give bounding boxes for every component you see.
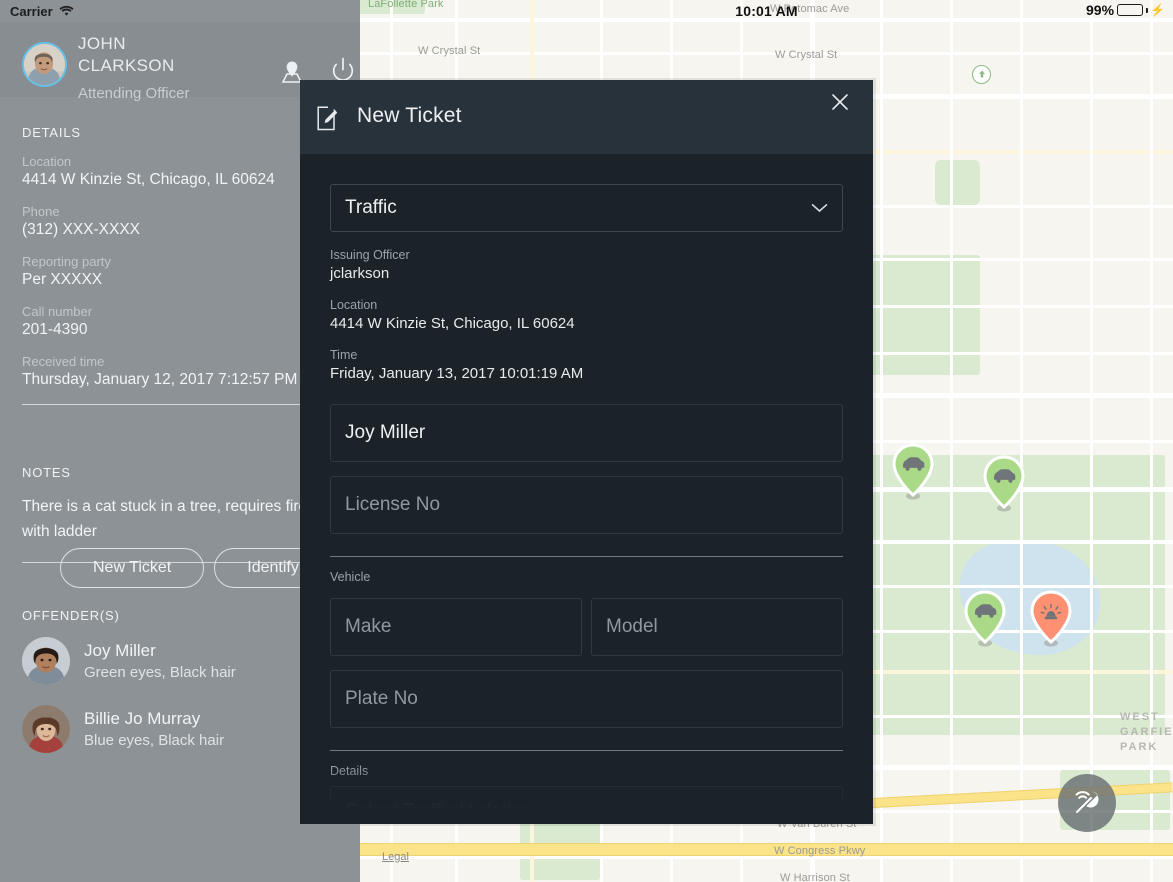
- section-divider: [330, 556, 843, 557]
- vehicle-make-input[interactable]: Make: [330, 598, 582, 656]
- offender-description: Blue eyes, Black hair: [84, 731, 225, 749]
- map-park-shape: [860, 255, 980, 375]
- park-marker-icon: [972, 65, 991, 84]
- map-road: [1020, 0, 1023, 882]
- map-road: [950, 0, 953, 882]
- map-pin-incident[interactable]: [1028, 590, 1074, 650]
- map-highway: [360, 843, 1173, 856]
- carrier-label: Carrier: [10, 3, 53, 19]
- traffic-violation-select[interactable]: Select Traffic Violation: [330, 786, 843, 824]
- lightning-bolt-icon: ⚡: [1150, 3, 1165, 17]
- issuing-officer-value: jclarkson: [330, 265, 390, 282]
- wifi-icon: [59, 5, 74, 17]
- offender-description: Green eyes, Black hair: [84, 663, 236, 681]
- officer-first-name: JOHN: [78, 34, 126, 53]
- ticket-type-select[interactable]: Traffic: [330, 184, 843, 232]
- modal-location-value: 4414 W Kinzie St, Chicago, IL 60624: [330, 315, 575, 332]
- vehicle-group-label: Vehicle: [330, 570, 371, 584]
- ticket-type-value: Traffic: [345, 197, 397, 218]
- chevron-down-icon: [811, 203, 828, 213]
- new-ticket-button[interactable]: New Ticket: [60, 548, 205, 588]
- vehicle-model-placeholder: Model: [606, 616, 658, 637]
- radar-dish-icon: [1075, 791, 1099, 813]
- modal-location-label: Location: [330, 298, 378, 312]
- modal-time-value: Friday, January 13, 2017 10:01:19 AM: [330, 365, 584, 382]
- new-ticket-modal: New Ticket Traffic Issuing Officer jclar…: [300, 80, 873, 824]
- map-label: W Congress Pkwy: [774, 845, 866, 857]
- close-icon[interactable]: [828, 90, 852, 114]
- officer-name: JOHN CLARKSON: [78, 33, 175, 77]
- license-no-placeholder: License No: [345, 494, 441, 515]
- battery-percent-label: 99%: [1086, 2, 1115, 18]
- modal-time-label: Time: [330, 348, 358, 362]
- status-battery: 99% ⚡: [1086, 2, 1165, 18]
- offender-name-input[interactable]: Joy Miller: [330, 404, 843, 462]
- status-clock: 10:01 AM: [735, 3, 798, 19]
- officer-last-name: CLARKSON: [78, 56, 175, 75]
- map-label: W Crystal St: [775, 49, 838, 61]
- map-road: [880, 0, 883, 882]
- vehicle-make-model-row: Make Model: [330, 584, 843, 656]
- map-label: W Harrison St: [780, 872, 850, 882]
- ios-status-bar: 10:01 AM 99% ⚡: [360, 0, 1173, 22]
- officer-avatar[interactable]: [22, 42, 67, 87]
- locate-me-button[interactable]: [1058, 774, 1116, 832]
- officer-role: Attending Officer: [78, 85, 190, 102]
- offender-avatar: [22, 637, 70, 685]
- issuing-officer-label: Issuing Officer: [330, 248, 410, 262]
- map-label: WEST GARFIELD PARK: [1120, 711, 1173, 753]
- modal-header: New Ticket: [300, 80, 873, 154]
- chevron-down-icon: [811, 807, 828, 817]
- battery-icon: [1117, 4, 1144, 16]
- map-legal-link[interactable]: Legal: [382, 851, 409, 863]
- vehicle-model-input[interactable]: Model: [591, 598, 843, 656]
- map-pin-vehicle[interactable]: [890, 443, 936, 503]
- offender-name-value: Joy Miller: [345, 422, 426, 443]
- license-no-input[interactable]: License No: [330, 476, 843, 534]
- status-carrier-area: Carrier: [0, 0, 360, 22]
- details-group-label: Details: [330, 764, 369, 778]
- offender-name: Joy Miller: [84, 640, 156, 660]
- app-root: LaFollette Park W Potomac Ave W Crystal …: [0, 0, 1173, 882]
- modal-body: Traffic Issuing Officer jclarkson Locati…: [300, 154, 873, 824]
- action-button-row: New Ticket Identify: [60, 548, 332, 588]
- edit-document-icon: [316, 105, 340, 131]
- plate-no-input[interactable]: Plate No: [330, 670, 843, 728]
- vehicle-make-placeholder: Make: [345, 616, 392, 637]
- offender-avatar: [22, 705, 70, 753]
- map-pin-vehicle[interactable]: [981, 455, 1027, 515]
- plate-no-placeholder: Plate No: [345, 688, 418, 709]
- map-pin-vehicle[interactable]: [962, 590, 1008, 650]
- offender-name: Billie Jo Murray: [84, 708, 201, 728]
- modal-title: New Ticket: [357, 104, 462, 127]
- section-divider: [330, 750, 843, 751]
- map-label: W Crystal St: [418, 45, 481, 57]
- traffic-violation-placeholder: Select Traffic Violation: [345, 801, 533, 822]
- map-road: [360, 52, 1173, 55]
- map-road: [1090, 0, 1093, 882]
- battery-cap: [1146, 7, 1149, 13]
- map-park-shape: [935, 160, 980, 205]
- avatar-photo: [24, 44, 65, 85]
